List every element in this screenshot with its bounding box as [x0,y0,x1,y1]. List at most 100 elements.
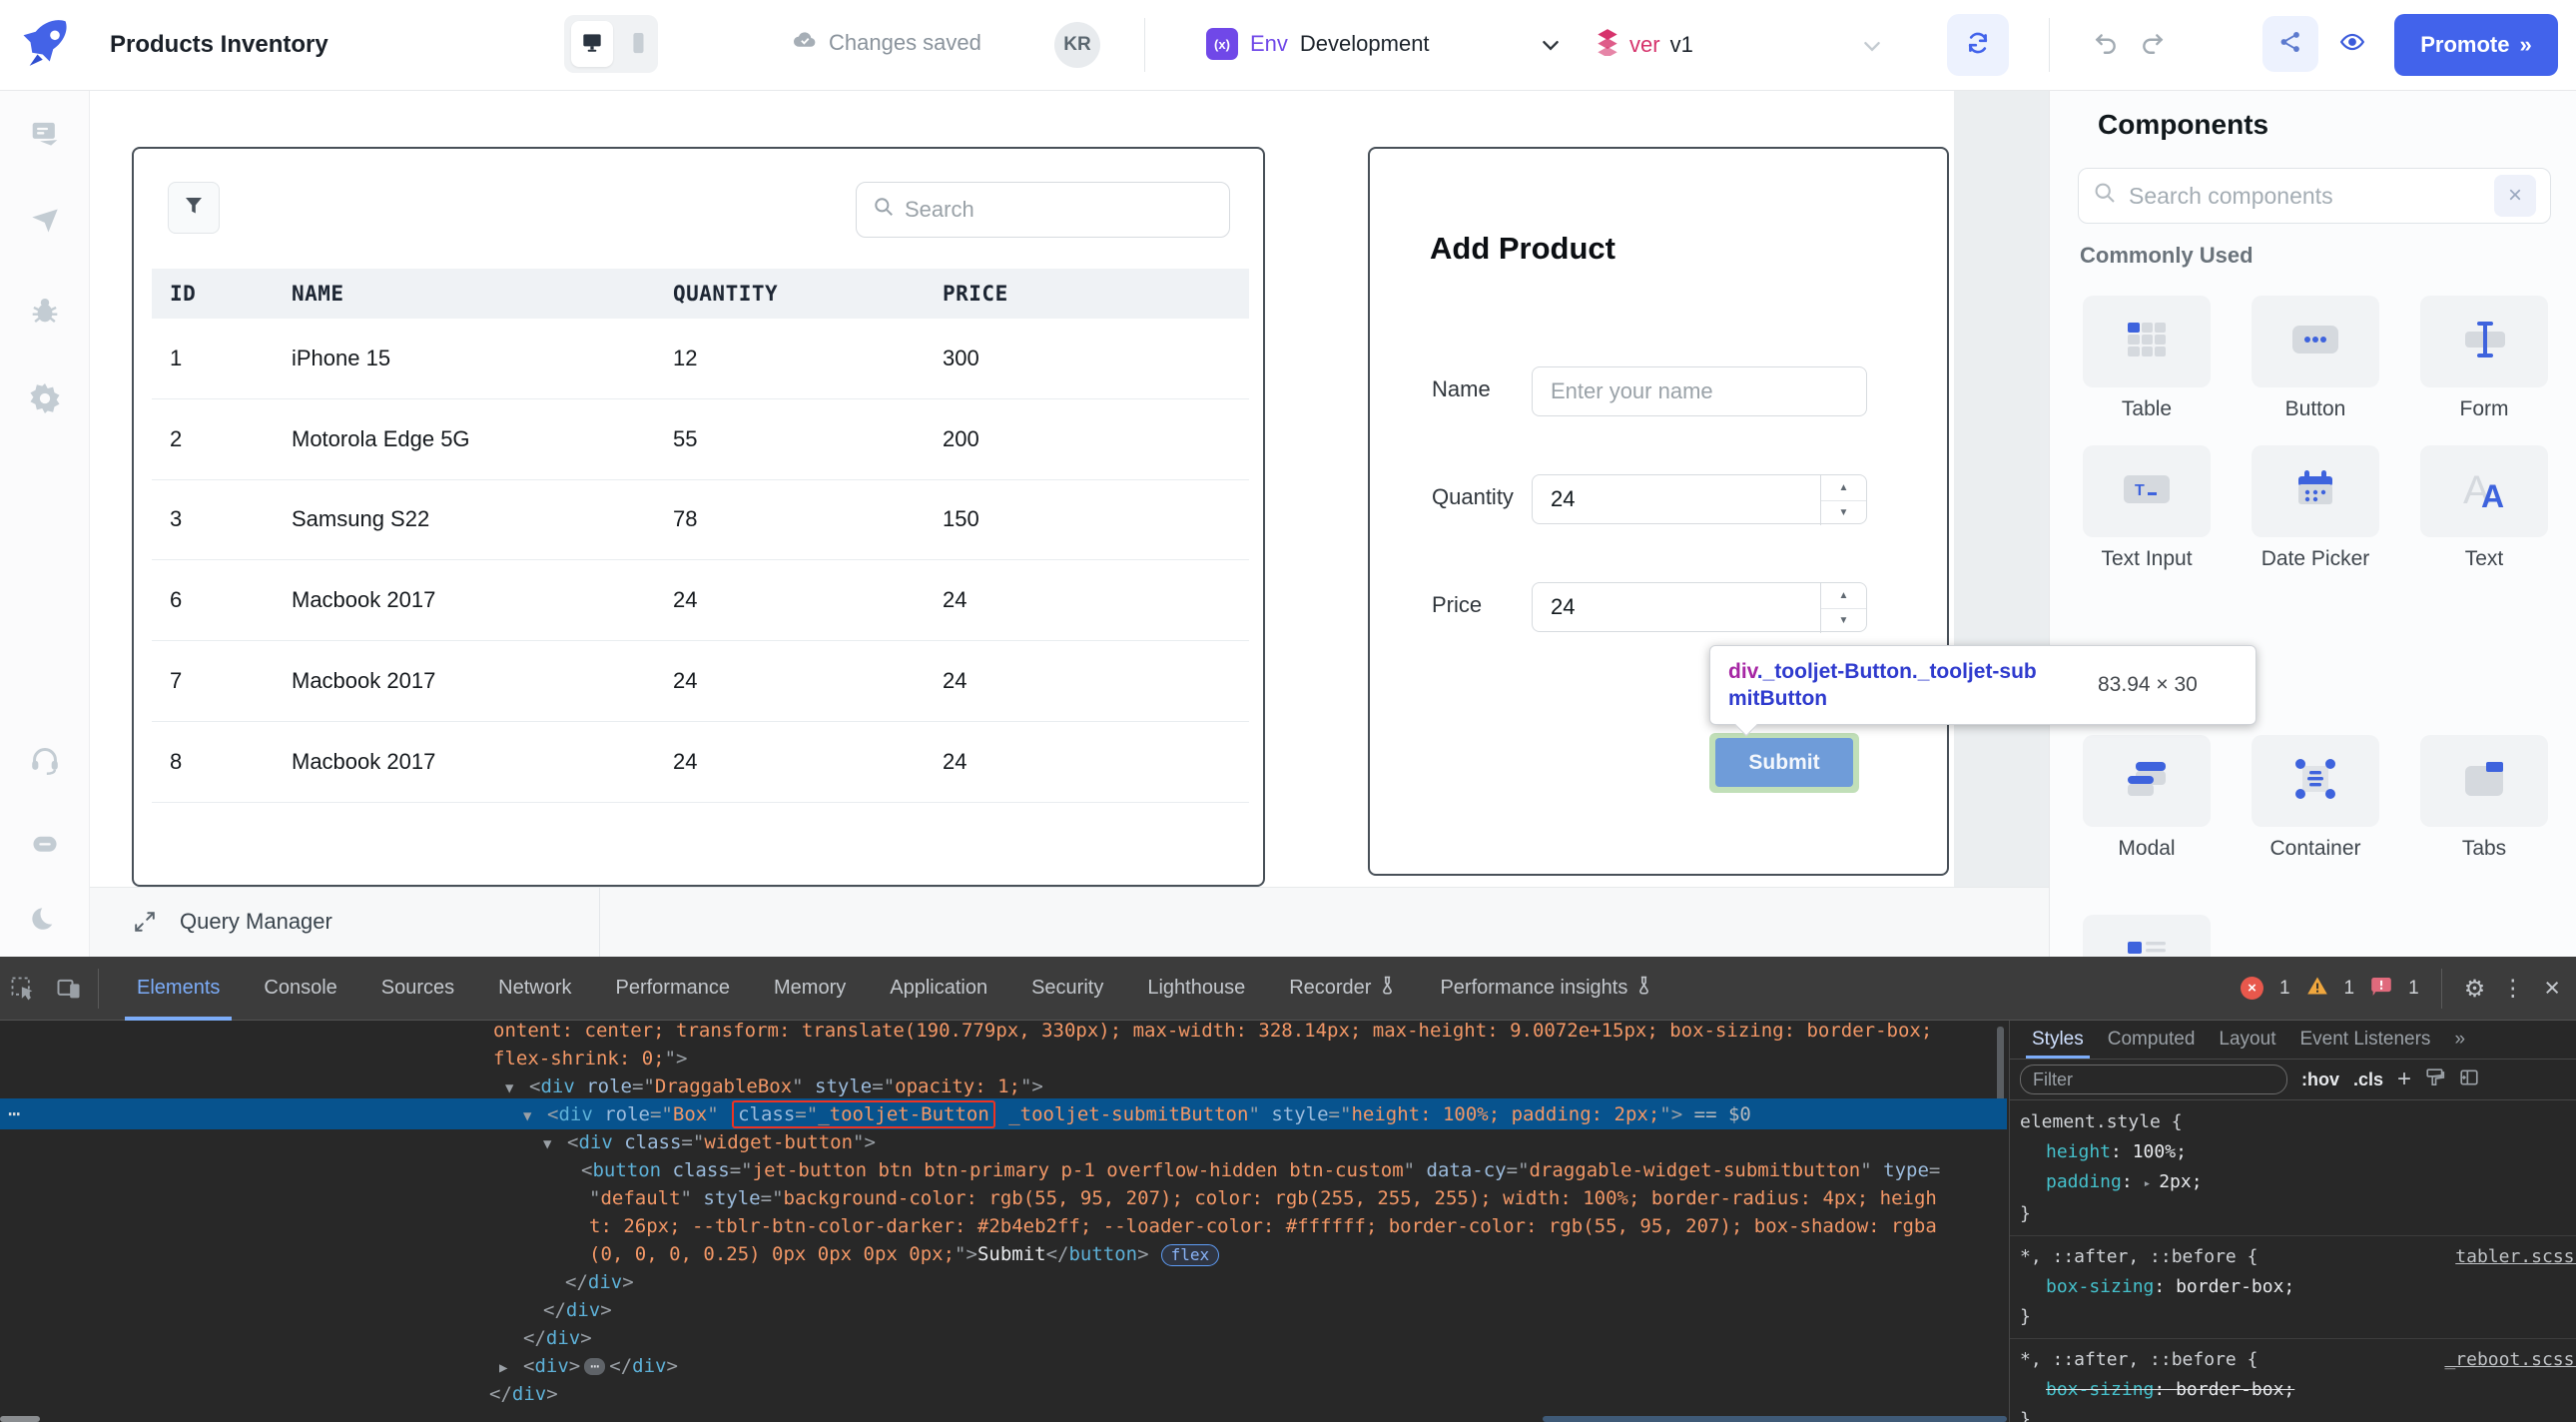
clear-search-button[interactable]: × [2494,175,2536,217]
expand-arrow-icon[interactable]: ▼ [543,1130,567,1158]
devtools-tab-performance-insights[interactable]: Performance insights [1418,957,1674,1021]
table-row[interactable]: 1iPhone 1512300 [152,319,1249,399]
warning-icon[interactable] [2306,976,2328,1002]
code-line[interactable]: flex-shrink: 0;"> [493,1045,687,1072]
component-tile-text-input[interactable]: T [2083,445,2211,537]
dark-mode-moon-icon[interactable] [27,902,63,938]
table-row[interactable]: 7Macbook 20172424 [152,641,1249,722]
debugger-bug-icon[interactable] [27,293,63,329]
settings-gear-icon[interactable] [27,380,63,416]
rule-source-link[interactable]: tabler.scss:16 [2455,1242,2576,1272]
elements-tree[interactable]: auto; width: 657.942px; height: auto; di… [0,1021,2007,1422]
promote-button[interactable]: Promote » [2394,14,2558,76]
rule-property[interactable]: padding: ▸ 2px; [2020,1167,2567,1199]
devtools-tab-security[interactable]: Security [1009,957,1125,1021]
pages-icon[interactable] [27,116,63,152]
horizontal-scrollbar-thumb[interactable] [0,1416,40,1422]
chat-icon[interactable] [27,828,63,864]
user-avatar[interactable]: KR [1054,22,1100,68]
components-search-input[interactable]: Search components × [2078,168,2551,224]
code-line[interactable]: "default" style="background-color: rgb(5… [589,1184,1937,1212]
expand-arrow-icon[interactable]: ▼ [505,1074,529,1102]
stepper-down-icon[interactable]: ▼ [1821,609,1866,634]
paint-mode-icon[interactable] [2425,1067,2445,1091]
query-manager-bar[interactable]: Query Manager [90,887,2049,957]
table-column-header[interactable]: NAME [292,269,344,319]
table-filter-button[interactable] [168,182,220,234]
rule-source-link[interactable]: _reboot.scss:19 [2444,1345,2576,1375]
code-line[interactable]: </div> [523,1324,592,1352]
code-line[interactable]: </div> [565,1268,634,1296]
class-toggle[interactable]: .cls [2353,1069,2383,1090]
styles-tab-computed[interactable]: Computed [2098,1021,2206,1059]
quantity-field-input[interactable]: 24 ▲▼ [1532,474,1867,524]
stepper-up-icon[interactable]: ▲ [1821,475,1866,501]
price-field-input[interactable]: 24 ▲▼ [1532,582,1867,632]
code-line[interactable]: ontent: center; transform: translate(190… [493,1021,1932,1045]
devtools-tab-recorder[interactable]: Recorder [1267,957,1418,1021]
table-column-header[interactable]: QUANTITY [673,269,778,319]
component-tile-tabs[interactable] [2420,735,2548,827]
horizontal-scrollbar-thumb[interactable] [1543,1416,2007,1422]
table-column-header[interactable]: PRICE [943,269,1008,319]
component-tile-table[interactable] [2083,296,2211,387]
version-selector[interactable]: ver v1 [1596,28,1881,62]
component-tile-modal[interactable] [2083,735,2211,827]
component-tile-container[interactable] [2252,735,2379,827]
send-icon[interactable] [27,203,63,239]
app-canvas[interactable]: Search IDNAMEQUANTITYPRICE 1iPhone 15123… [90,91,2049,957]
styles-tab-styles[interactable]: Styles [2022,1021,2094,1059]
code-line[interactable]: </div> [543,1296,612,1324]
device-toolbar-icon[interactable] [46,967,92,1011]
more-tabs-icon[interactable]: » [2444,1021,2475,1059]
table-widget[interactable]: Search IDNAMEQUANTITYPRICE 1iPhone 15123… [132,147,1265,887]
code-line[interactable]: (0, 0, 0, 0.25) 0px 0px 0px 0px;">Submit… [589,1240,1219,1268]
style-rule[interactable]: tabler.scss:16*, ::after, ::before {box-… [2010,1236,2576,1339]
devtools-tab-performance[interactable]: Performance [594,957,753,1021]
devtools-tab-sources[interactable]: Sources [359,957,476,1021]
devtools-menu-kebab-icon[interactable]: ⋮ [2501,975,2524,1002]
desktop-toggle-button[interactable] [571,21,613,67]
mobile-toggle-button[interactable] [627,29,649,64]
stepper-down-icon[interactable]: ▼ [1821,501,1866,526]
component-tile-text[interactable]: AA [2420,445,2548,537]
style-rule[interactable]: element.style {height: 100%;padding: ▸ 2… [2010,1101,2576,1236]
share-button[interactable] [2262,16,2318,72]
support-headset-icon[interactable] [27,742,63,778]
style-rule[interactable]: _reboot.scss:19*, ::after, ::before {box… [2010,1339,2576,1422]
quantity-stepper[interactable]: ▲▼ [1820,475,1866,525]
device-toggle[interactable] [564,15,658,73]
styles-tab-event-listeners[interactable]: Event Listeners [2289,1021,2440,1059]
devtools-tab-memory[interactable]: Memory [752,957,868,1021]
code-line[interactable]: ▼<div role="DraggableBox" style="opacity… [505,1072,1043,1100]
table-search-input[interactable]: Search [856,182,1230,238]
error-badge-icon[interactable]: × [2241,977,2263,1000]
rule-property[interactable]: box-sizing: border-box; [2020,1375,2567,1405]
devtools-tab-network[interactable]: Network [476,957,593,1021]
expand-icon[interactable] [134,911,156,938]
devtools-settings-gear-icon[interactable]: ⚙ [2464,975,2486,1003]
devtools-tab-application[interactable]: Application [868,957,1009,1021]
code-line[interactable]: <button class="jet-button btn btn-primar… [581,1156,1940,1184]
refresh-button[interactable] [1947,14,2009,76]
styles-tab-layout[interactable]: Layout [2209,1021,2285,1059]
styles-filter-input[interactable]: Filter [2020,1065,2287,1094]
table-row[interactable]: 2Motorola Edge 5G55200 [152,399,1249,480]
price-stepper[interactable]: ▲▼ [1820,583,1866,633]
form-widget[interactable]: Add Product Name Enter your name Quantit… [1368,147,1949,876]
expand-arrow-icon[interactable]: ▼ [523,1102,547,1130]
hover-state-toggle[interactable]: :hov [2301,1069,2339,1090]
inspect-element-icon[interactable] [0,967,46,1011]
new-style-rule-icon[interactable]: + [2397,1066,2411,1093]
component-tile-form[interactable] [2420,296,2548,387]
expand-arrow-icon[interactable]: ▶ [499,1354,523,1382]
table-row[interactable]: 6Macbook 20172424 [152,560,1249,641]
devtools-tab-lighthouse[interactable]: Lighthouse [1125,957,1267,1021]
undo-button[interactable] [2092,30,2120,61]
devtools-close-icon[interactable]: × [2544,973,2560,1004]
code-line[interactable]: t: 26px; --tblr-btn-color-darker: #2b4eb… [589,1212,1937,1240]
redo-button[interactable] [2139,30,2167,61]
stepper-up-icon[interactable]: ▲ [1821,583,1866,609]
component-tile-button[interactable] [2252,296,2379,387]
code-line[interactable]: ▶<div>⋯</div> [499,1352,678,1380]
